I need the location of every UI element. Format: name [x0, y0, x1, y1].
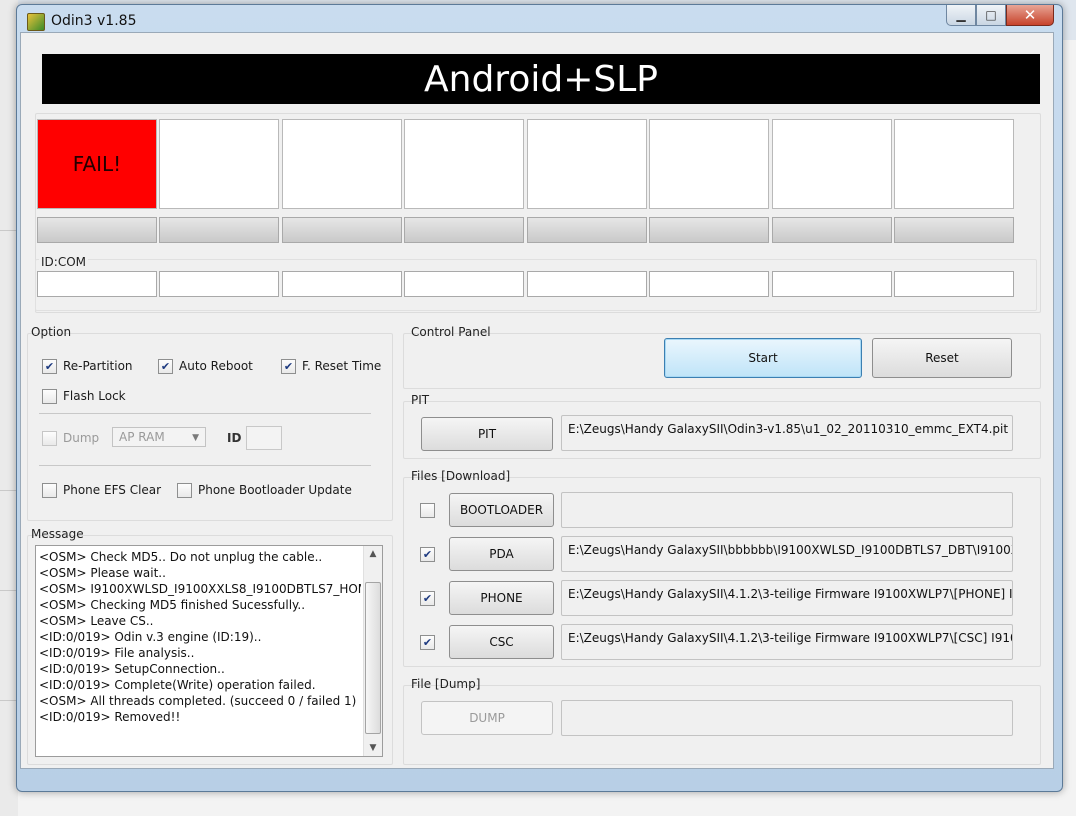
device-status-cell-6	[649, 119, 769, 209]
progress-bar-8	[894, 217, 1014, 243]
flash-lock-label: Flash Lock	[63, 389, 126, 403]
window-title: Odin3 v1.85	[51, 13, 137, 29]
phone-efs-clear-label: Phone EFS Clear	[63, 483, 162, 497]
chevron-down-icon: ▼	[192, 433, 199, 443]
idcom-cell-7	[772, 271, 892, 297]
auto-reboot-label: Auto Reboot	[179, 359, 253, 373]
phone-bootloader-update-checkbox[interactable]	[177, 483, 192, 498]
log-line: <ID:0/019> SetupConnection..	[39, 662, 225, 676]
log-line: <OSM> All threads completed. (succeed 0 …	[39, 694, 357, 708]
log-line: <OSM> Checking MD5 finished Sucessfully.…	[39, 598, 306, 612]
dump-button[interactable]: DUMP	[421, 701, 553, 735]
device-status-cell-2	[159, 119, 279, 209]
phone-bootloader-update-label: Phone Bootloader Update	[198, 483, 352, 497]
device-status-text: FAIL!	[72, 152, 122, 176]
idcom-label: ID:COM	[39, 255, 88, 269]
pit-path-field[interactable]: E:\Zeugs\Handy GalaxySII\Odin3-v1.85\u1_…	[561, 415, 1013, 451]
message-log[interactable]: <OSM> Check MD5.. Do not unplug the cabl…	[35, 545, 383, 757]
device-status-cell-1: FAIL!	[37, 119, 157, 209]
idcom-cell-3	[282, 271, 402, 297]
title-bar[interactable]: Odin3 v1.85 ▁ □ ✕	[17, 5, 1062, 35]
dump-path-field[interactable]	[561, 700, 1013, 736]
f-reset-time-checkbox[interactable]: ✔	[281, 359, 296, 374]
maximize-button[interactable]: □	[976, 5, 1006, 26]
client-area: Android+SLP FAIL! ID:COM Option ✔ Re-Par…	[20, 32, 1054, 769]
dump-type-select[interactable]: AP RAM ▼	[112, 427, 206, 447]
minimize-icon: ▁	[956, 8, 966, 22]
phone-path-field[interactable]: E:\Zeugs\Handy GalaxySII\4.1.2\3-teilige…	[561, 580, 1013, 616]
re-partition-label: Re-Partition	[63, 359, 133, 373]
scroll-up-icon[interactable]: ▲	[364, 546, 382, 562]
pit-title: PIT	[411, 393, 430, 407]
pda-path-field[interactable]: E:\Zeugs\Handy GalaxySII\bbbbbb\I9100XWL…	[561, 536, 1013, 572]
log-line: <ID:0/019> File analysis..	[39, 646, 195, 660]
control-panel-title: Control Panel	[411, 325, 491, 339]
idcom-cell-5	[527, 271, 647, 297]
option-title: Option	[31, 325, 72, 339]
bootloader-button[interactable]: BOOTLOADER	[449, 493, 554, 527]
reset-button[interactable]: Reset	[872, 338, 1012, 378]
progress-bar-6	[649, 217, 769, 243]
idcom-cell-6	[649, 271, 769, 297]
bootloader-checkbox[interactable]	[420, 503, 435, 518]
start-button[interactable]: Start	[664, 338, 862, 378]
phone-button[interactable]: PHONE	[449, 581, 554, 615]
device-status-cell-7	[772, 119, 892, 209]
files-download-title: Files [Download]	[411, 469, 511, 483]
message-scrollbar[interactable]: ▲ ▼	[363, 546, 382, 756]
minimize-button[interactable]: ▁	[946, 5, 976, 26]
flash-lock-checkbox[interactable]	[42, 389, 57, 404]
re-partition-checkbox[interactable]: ✔	[42, 359, 57, 374]
idcom-cell-2	[159, 271, 279, 297]
phone-efs-clear-checkbox[interactable]	[42, 483, 57, 498]
progress-bar-5	[527, 217, 647, 243]
f-reset-time-label: F. Reset Time	[302, 359, 382, 373]
maximize-icon: □	[985, 8, 997, 22]
progress-bar-1	[37, 217, 157, 243]
dump-type-value: AP RAM	[119, 430, 165, 444]
bootloader-path-field[interactable]	[561, 492, 1013, 528]
progress-bar-7	[772, 217, 892, 243]
id-label: ID	[227, 431, 242, 445]
log-line: <OSM> Leave CS..	[39, 614, 154, 628]
file-dump-title: File [Dump]	[411, 677, 481, 691]
progress-bar-3	[282, 217, 402, 243]
csc-checkbox[interactable]: ✔	[420, 635, 435, 650]
pda-checkbox[interactable]: ✔	[420, 547, 435, 562]
option-separator	[39, 413, 371, 414]
csc-button[interactable]: CSC	[449, 625, 554, 659]
scrollbar-thumb[interactable]	[365, 582, 381, 734]
scroll-down-icon[interactable]: ▼	[364, 740, 382, 756]
log-line: <OSM> I9100XWLSD_I9100XXLS8_I9100DBTLS7_…	[39, 582, 361, 596]
id-input[interactable]	[246, 426, 282, 450]
pit-button[interactable]: PIT	[421, 417, 553, 451]
csc-path-field[interactable]: E:\Zeugs\Handy GalaxySII\4.1.2\3-teilige…	[561, 624, 1013, 660]
log-line: <ID:0/019> Removed!!	[39, 710, 181, 724]
device-status-cell-4	[404, 119, 524, 209]
progress-bar-2	[159, 217, 279, 243]
log-line: <ID:0/019> Complete(Write) operation fai…	[39, 678, 316, 692]
close-button[interactable]: ✕	[1006, 5, 1054, 26]
progress-bar-4	[404, 217, 524, 243]
log-line: <OSM> Check MD5.. Do not unplug the cabl…	[39, 550, 323, 564]
log-line: <OSM> Please wait..	[39, 566, 166, 580]
close-icon: ✕	[1023, 6, 1037, 24]
device-status-cell-5	[527, 119, 647, 209]
message-title: Message	[31, 527, 84, 541]
idcom-cell-4	[404, 271, 524, 297]
device-status-cell-8	[894, 119, 1014, 209]
phone-checkbox[interactable]: ✔	[420, 591, 435, 606]
pda-button[interactable]: PDA	[449, 537, 554, 571]
odin-app-icon	[27, 13, 45, 31]
device-status-cell-3	[282, 119, 402, 209]
option-separator	[39, 465, 371, 466]
idcom-cell-8	[894, 271, 1014, 297]
auto-reboot-checkbox[interactable]: ✔	[158, 359, 173, 374]
model-banner: Android+SLP	[42, 54, 1040, 104]
dump-checkbox[interactable]	[42, 431, 57, 446]
dump-label: Dump	[63, 431, 100, 445]
log-line: <ID:0/019> Odin v.3 engine (ID:19)..	[39, 630, 262, 644]
idcom-cell-1	[37, 271, 157, 297]
